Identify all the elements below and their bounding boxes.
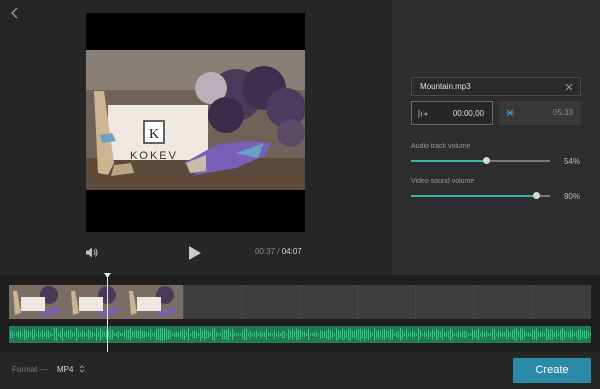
volume-icon[interactable] <box>85 246 98 259</box>
preview-area: K KOKEV 00:37 / 04:07 <box>0 0 392 275</box>
video-preview: K KOKEV <box>86 13 305 232</box>
format-select[interactable]: MP4 <box>57 365 73 374</box>
current-time: 00:37 <box>255 247 276 256</box>
trim-end-field[interactable]: 05:33 <box>499 101 581 125</box>
audio-file-name: Mountain.mp3 <box>420 82 471 91</box>
audio-volume-fill <box>411 160 487 162</box>
playback-time: 00:37 / 04:07 <box>255 247 302 256</box>
trim-end-value: 05:33 <box>552 108 573 117</box>
video-thumbnail-empty <box>531 285 591 319</box>
chevron-left-icon[interactable] <box>8 6 22 20</box>
video-volume-value: 90% <box>563 192 580 201</box>
video-thumbnail-empty <box>357 285 415 319</box>
video-thumbnail-empty <box>415 285 473 319</box>
video-thumbnail-empty <box>299 285 357 319</box>
bottom-bar: Format — MP4 <box>0 352 600 389</box>
video-track[interactable] <box>9 285 591 319</box>
video-thumbnail-empty <box>183 285 241 319</box>
total-time: 04:07 <box>281 247 302 256</box>
trim-end-icon <box>506 109 514 117</box>
play-icon[interactable] <box>188 245 202 261</box>
video-volume-label: Video sound volume <box>411 178 475 185</box>
format-label: Format — <box>12 365 48 374</box>
video-thumbnail <box>67 285 125 319</box>
video-thumbnail <box>9 285 67 319</box>
audio-volume-value: 54% <box>563 157 580 166</box>
audio-waveform[interactable] <box>9 326 591 343</box>
video-thumbnail-empty <box>241 285 299 319</box>
audio-volume-label: Audio track volume <box>411 143 471 150</box>
audio-volume-slider[interactable] <box>411 157 550 164</box>
video-volume-handle[interactable] <box>533 192 541 199</box>
audio-file-field[interactable]: Mountain.mp3 <box>411 77 581 96</box>
trim-start-field[interactable]: 00:00,00 <box>411 101 493 125</box>
playhead[interactable] <box>107 275 108 352</box>
create-button[interactable]: Create <box>513 358 591 383</box>
trim-start-value: 00:00,00 <box>452 109 484 118</box>
brand-text: KOKEV <box>130 150 178 162</box>
waveform-graphic <box>10 328 591 341</box>
video-thumbnail-empty <box>473 285 531 319</box>
close-icon[interactable] <box>565 83 573 91</box>
time-separator: / <box>277 247 280 256</box>
video-volume-fill <box>411 195 537 197</box>
video-thumbnail <box>125 285 183 319</box>
trim-start-icon <box>418 110 428 118</box>
video-preview-image: K KOKEV <box>86 50 305 190</box>
timeline[interactable] <box>0 275 600 352</box>
audio-settings-panel: Mountain.mp3 00:00,00 05:33 Audio track … <box>392 0 600 275</box>
brand-letter: K <box>149 127 159 142</box>
updown-caret-icon[interactable] <box>79 364 85 374</box>
audio-volume-handle[interactable] <box>483 157 491 164</box>
video-volume-slider[interactable] <box>411 192 550 199</box>
